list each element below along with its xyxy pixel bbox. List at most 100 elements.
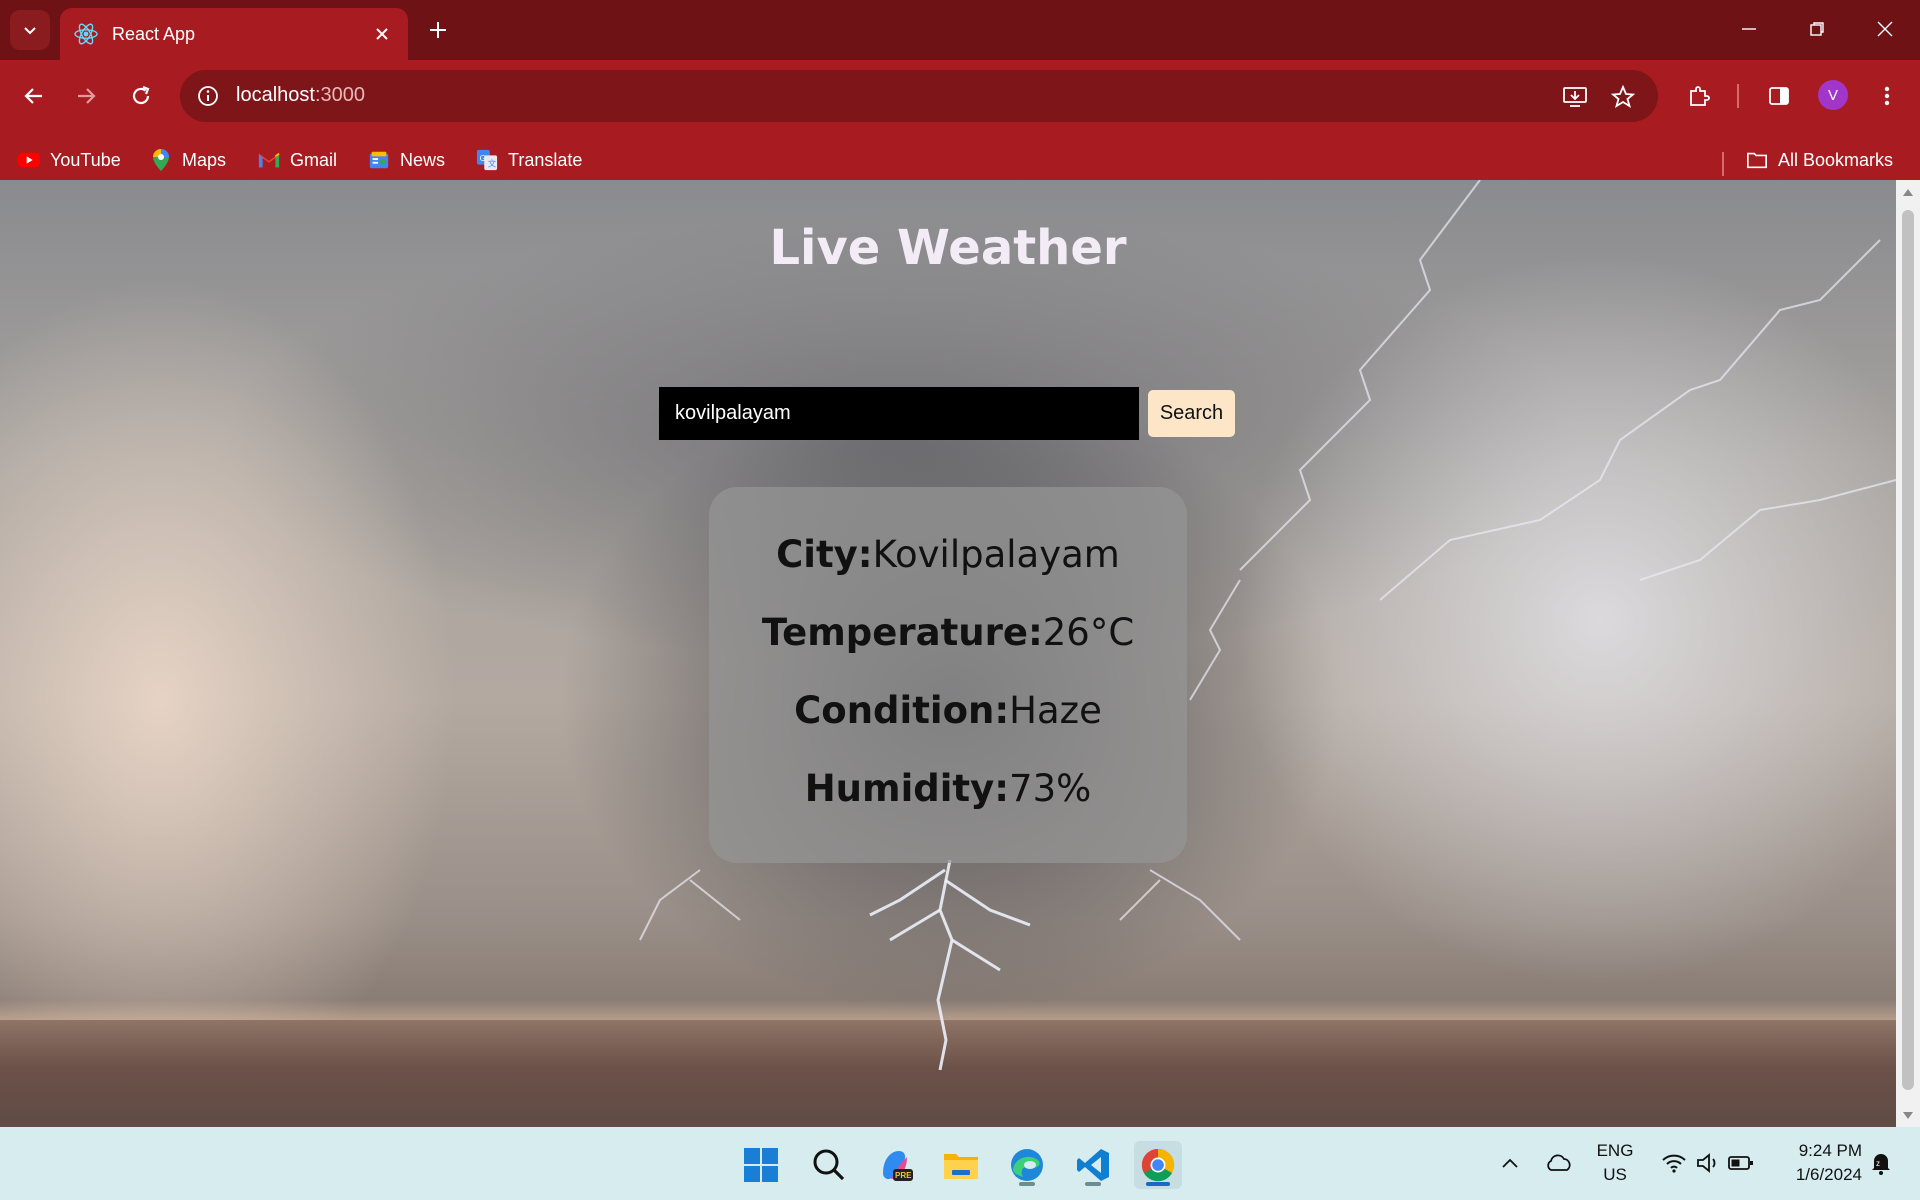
restore-button[interactable]	[1802, 14, 1832, 44]
svg-text:PRE: PRE	[895, 1171, 912, 1180]
humidity-value: 73%	[1009, 767, 1092, 810]
menu-button[interactable]	[1867, 76, 1907, 116]
battery-icon	[1728, 1156, 1753, 1170]
reload-button[interactable]	[121, 76, 161, 116]
condition-value: Haze	[1009, 689, 1102, 732]
humidity-label: Humidity:	[804, 767, 1010, 810]
bookmark-star-icon[interactable]	[1608, 82, 1638, 112]
bell-icon: z	[1872, 1154, 1890, 1175]
plus-icon	[430, 22, 446, 38]
translate-icon: G文	[476, 149, 498, 171]
bookmark-news[interactable]: News	[368, 144, 445, 176]
install-app-icon[interactable]	[1560, 82, 1590, 112]
minimize-button[interactable]	[1734, 14, 1764, 44]
city-value: Kovilpalayam	[872, 533, 1120, 576]
new-tab-button[interactable]	[424, 14, 452, 46]
react-logo-icon	[72, 20, 100, 48]
gmail-icon	[258, 149, 280, 171]
windows-taskbar: PRE ENG US 9:24 PM 1/6/2024 z	[0, 1127, 1920, 1200]
bookmark-gmail[interactable]: Gmail	[258, 144, 337, 176]
search-icon	[813, 1149, 845, 1181]
running-indicator	[1085, 1182, 1101, 1186]
browser-toolbar: localhost:3000 V YouTube Maps Gmail News…	[0, 60, 1920, 188]
chevron-up-icon	[1502, 1158, 1518, 1168]
bookmark-translate[interactable]: G文 Translate	[476, 144, 582, 176]
city-search-input[interactable]	[659, 387, 1139, 440]
puzzle-icon	[1690, 86, 1710, 106]
chevron-down-icon	[24, 27, 36, 35]
file-explorer-button[interactable]	[937, 1141, 985, 1189]
show-hidden-icons-button[interactable]	[1498, 1151, 1522, 1175]
bookmark-maps[interactable]: Maps	[150, 144, 226, 176]
all-bookmarks-button[interactable]: All Bookmarks	[1746, 144, 1893, 176]
humidity-row: Humidity:73%	[709, 767, 1187, 810]
vscode-button[interactable]	[1069, 1141, 1117, 1189]
maps-icon	[150, 149, 172, 171]
url-port: :3000	[314, 84, 365, 106]
language-code: ENG	[1596, 1141, 1634, 1160]
svg-text:G: G	[480, 154, 486, 163]
weather-card: City:Kovilpalayam Temperature:26°C Condi…	[709, 487, 1187, 863]
city-label: City:	[776, 533, 873, 576]
volume-icon	[1697, 1153, 1716, 1173]
kebab-menu-icon	[1884, 86, 1890, 106]
news-icon	[368, 149, 390, 171]
bookmark-label: News	[400, 149, 446, 170]
site-info-icon[interactable]	[194, 82, 222, 110]
cloud-icon	[1547, 1154, 1571, 1171]
scroll-thumb[interactable]	[1902, 210, 1914, 1090]
youtube-icon	[18, 149, 40, 171]
side-panel-button[interactable]	[1759, 76, 1799, 116]
temperature-label: Temperature:	[761, 611, 1043, 654]
page-scrollbar[interactable]	[1896, 180, 1920, 1127]
temperature-row: Temperature:26°C	[709, 611, 1187, 654]
close-window-button[interactable]	[1870, 14, 1900, 44]
side-panel-icon	[1769, 87, 1789, 105]
input-language-button[interactable]: ENG US	[1590, 1139, 1640, 1187]
back-arrow-icon	[24, 88, 42, 104]
svg-text:文: 文	[488, 158, 496, 168]
bookmarks-divider	[1722, 152, 1724, 176]
city-row: City:Kovilpalayam	[709, 533, 1187, 576]
notifications-button[interactable]: z	[1866, 1149, 1896, 1177]
language-region: US	[1603, 1165, 1627, 1184]
restore-icon	[1810, 22, 1824, 36]
profile-avatar[interactable]: V	[1818, 80, 1848, 110]
bookmark-label: Translate	[508, 149, 583, 170]
bookmark-label: Gmail	[290, 149, 338, 170]
tab-search-button[interactable]	[10, 10, 50, 50]
scroll-up-icon[interactable]	[1902, 186, 1914, 198]
folder-icon	[1746, 149, 1768, 171]
tab-title: React App	[112, 23, 196, 44]
clock-button[interactable]: 9:24 PM 1/6/2024	[1772, 1139, 1862, 1187]
reload-icon	[132, 85, 150, 105]
svg-text:z: z	[1876, 1159, 1880, 1168]
vscode-icon	[1077, 1149, 1109, 1181]
scroll-down-icon[interactable]	[1902, 1110, 1914, 1122]
copilot-button[interactable]: PRE	[871, 1141, 919, 1189]
taskbar-search-button[interactable]	[805, 1141, 853, 1189]
browser-tab-strip: React App	[0, 0, 1920, 60]
start-button[interactable]	[737, 1141, 785, 1189]
edge-button[interactable]	[1003, 1141, 1051, 1189]
page-title: Live Weather	[769, 220, 1127, 276]
temperature-value: 26°C	[1042, 611, 1135, 654]
condition-row: Condition:Haze	[709, 689, 1187, 732]
extensions-button[interactable]	[1679, 76, 1719, 116]
bookmark-youtube[interactable]: YouTube	[18, 144, 121, 176]
minimize-icon	[1742, 28, 1756, 30]
onedrive-button[interactable]	[1544, 1149, 1574, 1177]
condition-label: Condition:	[794, 689, 1010, 732]
back-button[interactable]	[14, 76, 54, 116]
bookmark-label: YouTube	[50, 149, 121, 170]
page-viewport: Live Weather Search City:Kovilpalayam Te…	[0, 180, 1896, 1127]
close-icon	[1877, 21, 1893, 37]
chrome-button[interactable]	[1134, 1141, 1182, 1189]
address-bar[interactable]: localhost:3000	[180, 70, 1658, 122]
tab-react-app[interactable]: React App	[60, 8, 408, 60]
forward-button[interactable]	[66, 76, 106, 116]
search-button[interactable]: Search	[1148, 390, 1235, 437]
edge-icon	[1011, 1149, 1043, 1181]
close-tab-icon[interactable]	[370, 22, 394, 46]
quick-settings-button[interactable]	[1658, 1147, 1758, 1179]
